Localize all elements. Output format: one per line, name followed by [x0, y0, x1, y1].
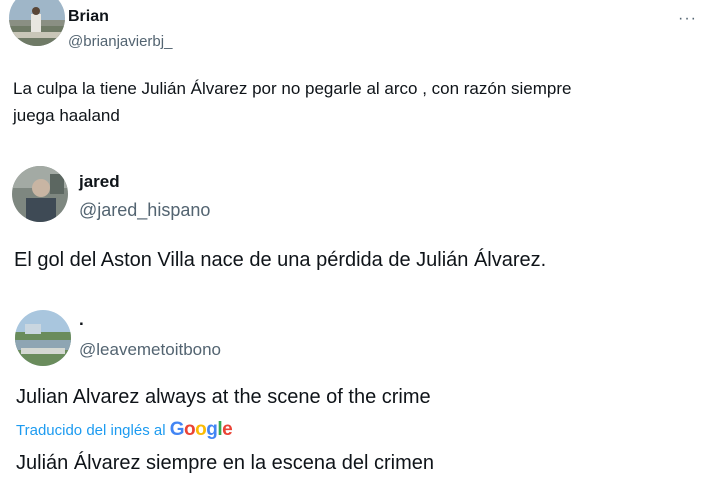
user-handle[interactable]: @brianjavierbj_: [68, 33, 172, 50]
translated-by-google-label[interactable]: Traducido del inglés al Google: [16, 419, 233, 441]
tweet-text: El gol del Aston Villa nace de una pérdi…: [14, 249, 547, 271]
display-name[interactable]: Brian: [68, 8, 109, 26]
tweet-original-text: Julian Alvarez always at the scene of th…: [16, 386, 431, 408]
user-handle[interactable]: @leavemetoitbono: [79, 340, 221, 360]
tweet-translated-text: Julián Álvarez siempre en la escena del …: [16, 452, 434, 474]
tweet-leavemetoitbono: . @leavemetoitbono Julian Alvarez always…: [0, 300, 728, 488]
tweet-text-line-2: juega haaland: [13, 106, 120, 125]
translated-from-label[interactable]: Traducido del inglés al: [16, 422, 166, 439]
google-letter-e: e: [222, 419, 233, 440]
google-letter-g: G: [169, 419, 185, 440]
google-logo: Google: [169, 419, 233, 440]
avatar[interactable]: [15, 310, 71, 366]
display-name[interactable]: .: [79, 310, 84, 330]
more-icon[interactable]: ···: [678, 10, 697, 28]
google-letter-g2: g: [206, 419, 218, 440]
user-handle[interactable]: @jared_hispano: [79, 200, 210, 221]
google-letter-o2: o: [195, 419, 207, 440]
google-letter-o1: o: [183, 419, 196, 440]
display-name[interactable]: jared: [79, 172, 120, 192]
tweet-brian: Brian @brianjavierbj_ ··· La culpa la ti…: [0, 0, 728, 140]
tweet-text-line-1: La culpa la tiene Julián Álvarez por no …: [13, 79, 572, 98]
avatar[interactable]: [12, 166, 68, 222]
tweet-jared: jared @jared_hispano El gol del Aston Vi…: [0, 160, 728, 290]
avatar[interactable]: [9, 0, 65, 46]
